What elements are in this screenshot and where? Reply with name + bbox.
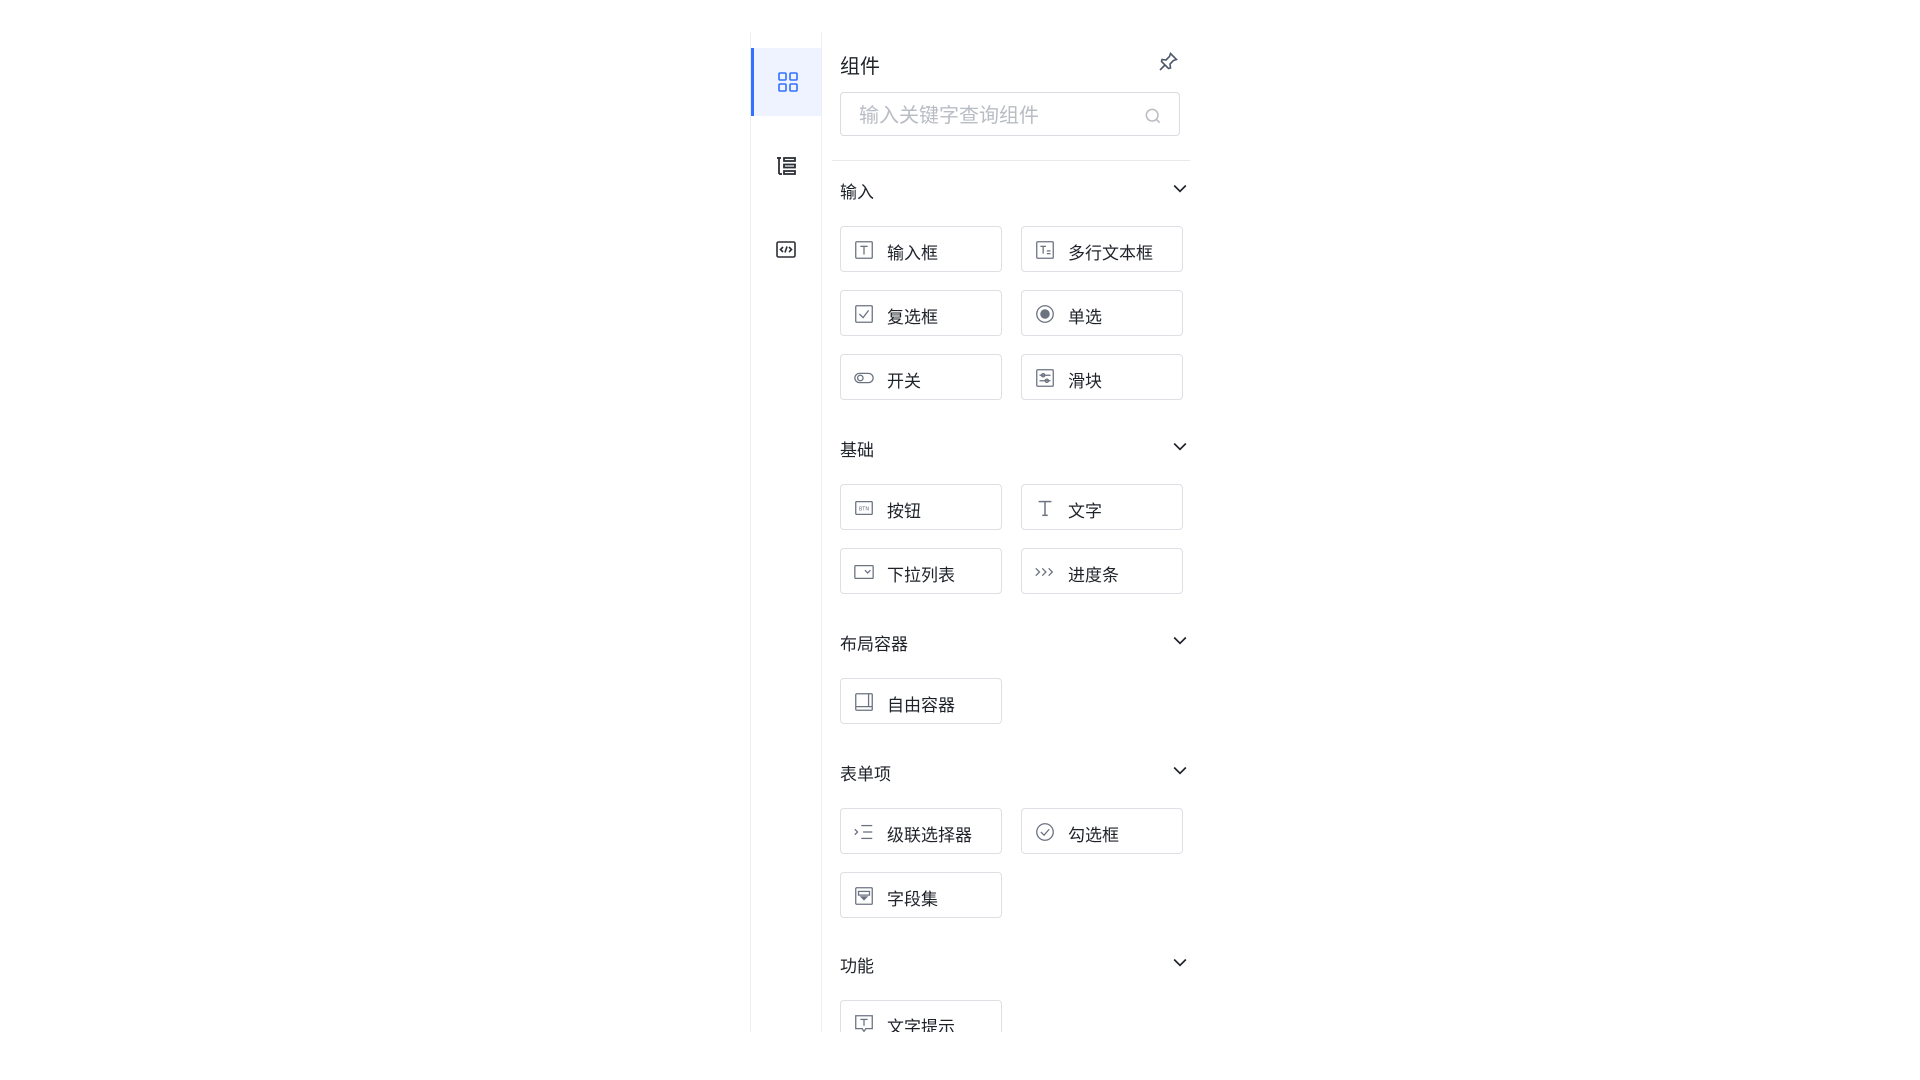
left-rail: [750, 32, 822, 1032]
component-item[interactable]: 进度条: [1021, 548, 1183, 594]
component-item[interactable]: BTN 按钮: [840, 484, 1002, 530]
switch-icon: [854, 372, 874, 384]
section-header[interactable]: 布局容器: [840, 626, 1190, 656]
dropdown-icon: [854, 564, 874, 580]
search-box: [840, 92, 1180, 136]
tree-list-icon: [777, 157, 796, 175]
component-item[interactable]: 输入框: [840, 226, 1002, 272]
container-icon: [855, 693, 873, 711]
search-input[interactable]: [857, 101, 1131, 129]
components-panel: 组件 输入 输入框: [832, 32, 1190, 1032]
component-panel-app: 组件 输入 输入框: [750, 32, 1190, 1032]
section-header[interactable]: 表单项: [840, 756, 1190, 786]
component-item[interactable]: 级联选择器: [840, 808, 1002, 854]
component-item[interactable]: 文字: [1021, 484, 1183, 530]
component-label: 自由容器: [887, 696, 955, 716]
code-icon: [776, 241, 796, 258]
component-item[interactable]: 勾选框: [1021, 808, 1183, 854]
fieldset-icon: [855, 887, 873, 905]
section-input: 输入 输入框 多行文本框 复选框 单选 开关 滑块: [840, 174, 1190, 400]
component-item[interactable]: 字段集: [840, 872, 1002, 918]
chevron-down-icon[interactable]: [1170, 760, 1190, 780]
section-form-items: 表单项 级联选择器 勾选框 字段集: [840, 756, 1190, 918]
cascader-icon: [854, 824, 873, 840]
component-label: 输入框: [887, 244, 938, 264]
section-title: 基础: [840, 441, 874, 461]
chevron-down-icon[interactable]: [1170, 630, 1190, 650]
textarea-icon: [1036, 241, 1054, 259]
text-icon: [1038, 500, 1052, 517]
chevron-down-icon[interactable]: [1170, 436, 1190, 456]
chevron-down-icon[interactable]: [1170, 952, 1190, 972]
checkbox-icon: [855, 305, 873, 323]
search-icon[interactable]: [1143, 106, 1163, 126]
panel-title: 组件: [840, 54, 880, 78]
section-header[interactable]: 输入: [840, 174, 1190, 204]
tooltip-icon: [855, 1015, 873, 1032]
section-basic: 基础 BTN 按钮 文字 下拉列表 进度条: [840, 432, 1190, 594]
progress-icon: [1035, 567, 1054, 577]
radio-icon: [1036, 305, 1054, 323]
component-item[interactable]: 复选框: [840, 290, 1002, 336]
component-item[interactable]: 自由容器: [840, 678, 1002, 724]
component-item[interactable]: 文字提示: [840, 1000, 1002, 1032]
rail-item-code[interactable]: [751, 216, 821, 284]
chevron-down-icon[interactable]: [1170, 178, 1190, 198]
slider-icon: [1036, 369, 1054, 387]
component-item[interactable]: 下拉列表: [840, 548, 1002, 594]
svg-text:BTN: BTN: [859, 506, 870, 512]
section-title: 表单项: [840, 765, 891, 785]
section-title: 输入: [840, 183, 874, 203]
section-title: 布局容器: [840, 635, 908, 655]
section-header[interactable]: 功能: [840, 948, 1190, 978]
section-layout-container: 布局容器 自由容器: [840, 626, 1190, 724]
component-label: 字段集: [887, 890, 938, 910]
panel-header: 组件: [832, 32, 1190, 161]
component-label: 复选框: [887, 308, 938, 328]
component-label: 进度条: [1068, 566, 1119, 586]
section-function: 功能 文字提示: [840, 948, 1190, 1032]
component-item[interactable]: 单选: [1021, 290, 1183, 336]
section-title: 功能: [840, 957, 874, 977]
component-item[interactable]: 多行文本框: [1021, 226, 1183, 272]
pin-icon[interactable]: [1156, 50, 1180, 74]
rail-item-outline[interactable]: [751, 132, 821, 200]
section-header[interactable]: 基础: [840, 432, 1190, 462]
component-label: 开关: [887, 372, 921, 392]
component-label: 滑块: [1068, 372, 1102, 392]
component-label: 勾选框: [1068, 826, 1119, 846]
rail-item-components[interactable]: [751, 48, 821, 116]
component-label: 文字: [1068, 502, 1102, 522]
check-circle-icon: [1036, 823, 1054, 841]
component-label: 级联选择器: [887, 826, 972, 846]
text-input-icon: [855, 241, 873, 259]
component-label: 文字提示: [887, 1018, 955, 1032]
component-label: 下拉列表: [887, 566, 955, 586]
grid-icon: [777, 72, 798, 92]
component-label: 按钮: [887, 502, 921, 522]
component-item[interactable]: 滑块: [1021, 354, 1183, 400]
button-icon: BTN: [855, 500, 873, 516]
component-label: 单选: [1068, 308, 1102, 328]
component-label: 多行文本框: [1068, 244, 1153, 264]
component-item[interactable]: 开关: [840, 354, 1002, 400]
